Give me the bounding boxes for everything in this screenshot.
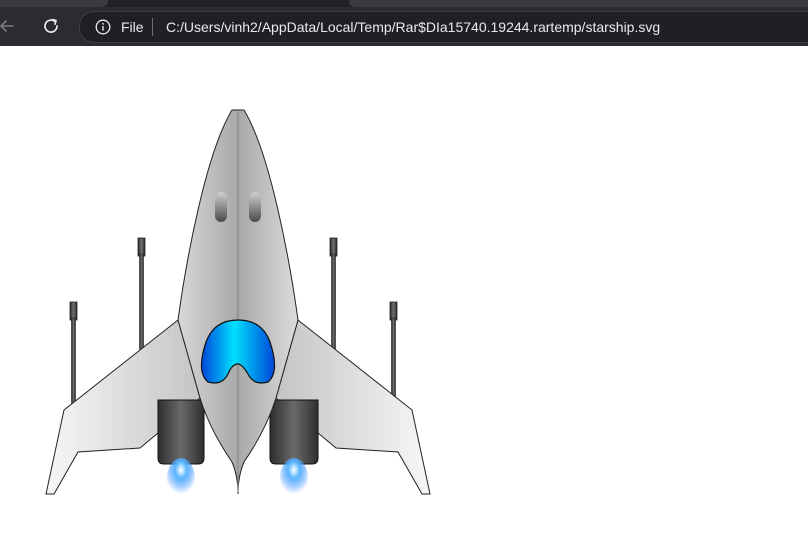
laser-gun <box>137 237 146 350</box>
right-engine <box>269 399 319 498</box>
scheme-label: File <box>121 19 144 35</box>
info-icon[interactable] <box>95 19 111 35</box>
back-button[interactable] <box>0 15 18 37</box>
engine-flame <box>280 458 308 498</box>
page-viewport <box>0 46 808 559</box>
engine-flame <box>167 458 195 498</box>
tab-strip <box>0 0 808 7</box>
laser-gun <box>389 301 398 409</box>
vent <box>249 192 261 222</box>
reload-icon <box>44 18 58 33</box>
arrow-left-icon <box>0 20 14 32</box>
browser-toolbar: File C:/Users/vinh2/AppData/Local/Temp/R… <box>0 7 808 47</box>
starship-image <box>45 109 431 498</box>
tab[interactable] <box>0 0 108 7</box>
laser-gun <box>69 301 78 409</box>
url-text[interactable]: C:/Users/vinh2/AppData/Local/Temp/Rar$DI… <box>166 19 660 35</box>
address-bar[interactable]: File C:/Users/vinh2/AppData/Local/Temp/R… <box>79 11 808 43</box>
tab[interactable] <box>349 0 808 7</box>
omnibox-divider <box>152 18 153 36</box>
left-engine <box>157 399 205 498</box>
browser-chrome: File C:/Users/vinh2/AppData/Local/Temp/R… <box>0 0 808 47</box>
vent <box>215 192 227 222</box>
reload-button[interactable] <box>40 15 62 37</box>
laser-gun <box>329 237 338 350</box>
